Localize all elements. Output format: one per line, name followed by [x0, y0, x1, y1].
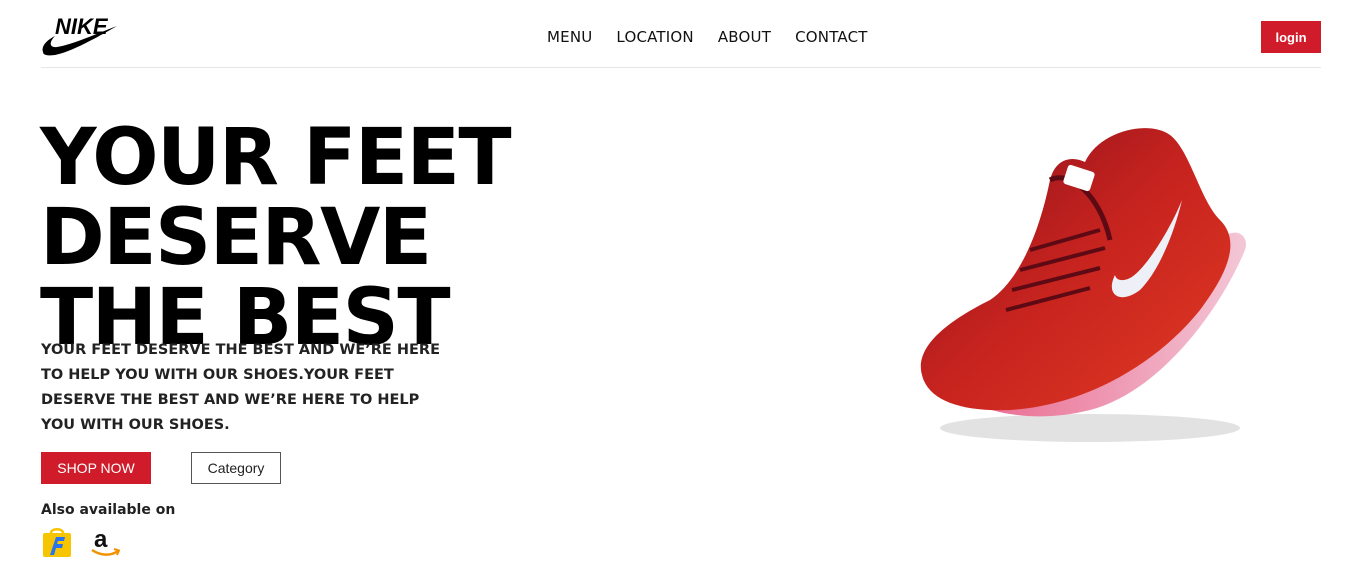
amazon-icon[interactable]: a: [89, 525, 121, 559]
svg-text:NIKE: NIKE: [55, 14, 109, 39]
site-header: NIKE MENU LOCATION ABOUT CONTACT login: [41, 0, 1321, 68]
nav-contact[interactable]: CONTACT: [795, 28, 868, 46]
nav-menu[interactable]: MENU: [547, 28, 592, 46]
nav-location[interactable]: LOCATION: [616, 28, 693, 46]
login-button[interactable]: login: [1261, 21, 1321, 53]
svg-text:a: a: [94, 526, 108, 553]
shop-now-button[interactable]: SHOP NOW: [41, 452, 151, 484]
hero-description: YOUR FEET DESERVE THE BEST AND WE’RE HER…: [41, 342, 440, 433]
nav-about[interactable]: ABOUT: [718, 28, 771, 46]
also-available-label: Also available on: [41, 502, 176, 518]
flipkart-icon[interactable]: [41, 525, 73, 559]
hero-title-line-1: YOUR FEET DESERVE: [40, 113, 512, 283]
hero-title: YOUR FEET DESERVE THE BEST: [40, 118, 920, 358]
shoe-image: [920, 128, 1246, 442]
category-button[interactable]: Category: [191, 452, 281, 484]
main-nav: MENU LOCATION ABOUT CONTACT: [547, 28, 892, 46]
nike-logo-icon[interactable]: NIKE: [41, 12, 119, 56]
store-links: a: [41, 525, 121, 559]
